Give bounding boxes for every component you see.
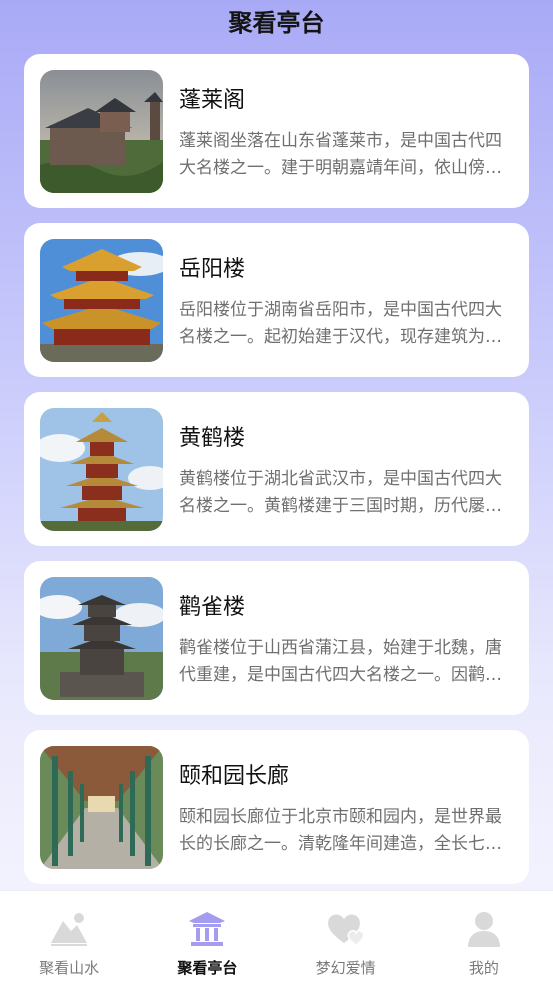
tab-profile[interactable]: 我的 [415,891,553,985]
card-title: 岳阳楼 [179,257,246,282]
list-item[interactable]: 蓬莱阁 蓬莱阁坐落在山东省蓬莱市，是中国古代四大名楼之一。建于明朝嘉靖年间，依山… [24,54,529,208]
tab-pavilion[interactable]: 聚看亭台 [138,891,276,985]
pavilion-list: 蓬莱阁 蓬莱阁坐落在山东省蓬莱市，是中国古代四大名楼之一。建于明朝嘉靖年间，依山… [24,54,529,899]
card-description: 蓬莱阁坐落在山东省蓬莱市，是中国古代四大名楼之一。建于明朝嘉靖年间，依山傍海，景… [179,131,502,178]
user-icon [464,911,504,951]
mountain-icon [49,911,89,951]
penglai-pavilion-photo [40,70,163,193]
bottom-tab-bar: 聚看山水 聚看亭台 梦幻爱情 我的 [0,890,553,985]
hearts-icon [326,911,366,951]
tab-label: 我的 [468,959,499,977]
card-title: 黄鹤楼 [179,426,246,451]
list-item[interactable]: 黄鹤楼 黄鹤楼位于湖北省武汉市，是中国古代四大名楼之一。黄鹤楼建于三国时期，历代… [24,392,529,546]
page-title: 聚看亭台 [228,8,325,37]
card-description: 黄鹤楼位于湖北省武汉市，是中国古代四大名楼之一。黄鹤楼建于三国时期，历代屡毁屡建… [179,469,502,516]
card-description: 颐和园长廊位于北京市颐和园内，是世界最长的长廊之一。清乾隆年间建造，全长七百余米… [179,807,502,854]
list-item[interactable]: 颐和园长廊 颐和园长廊位于北京市颐和园内，是世界最长的长廊之一。清乾隆年间建造，… [24,730,529,884]
tab-landscape[interactable]: 聚看山水 [0,891,138,985]
yueyang-tower-photo [40,239,163,362]
card-title: 颐和园长廊 [179,764,290,789]
card-title: 鹳雀楼 [179,595,246,620]
yellow-crane-tower-photo [40,408,163,531]
tab-label: 聚看山水 [39,959,100,977]
tab-label: 聚看亭台 [177,959,238,977]
summer-palace-corridor-photo [40,746,163,869]
list-item[interactable]: 岳阳楼 岳阳楼位于湖南省岳阳市，是中国古代四大名楼之一。起初始建于汉代，现存建筑… [24,223,529,377]
pavilion-icon [187,911,227,951]
tab-label: 梦幻爱情 [315,959,376,977]
guanque-tower-photo [40,577,163,700]
list-item[interactable]: 鹳雀楼 鹳雀楼位于山西省蒲江县，始建于北魏，唐代重建，是中国古代四大名楼之一。因… [24,561,529,715]
card-description: 岳阳楼位于湖南省岳阳市，是中国古代四大名楼之一。起初始建于汉代，现存建筑为清代重… [179,300,502,347]
card-description: 鹳雀楼位于山西省蒲江县，始建于北魏，唐代重建，是中国古代四大名楼之一。因鹳雀栖息… [179,638,502,685]
card-title: 蓬莱阁 [179,88,246,113]
tab-love[interactable]: 梦幻爱情 [277,891,415,985]
